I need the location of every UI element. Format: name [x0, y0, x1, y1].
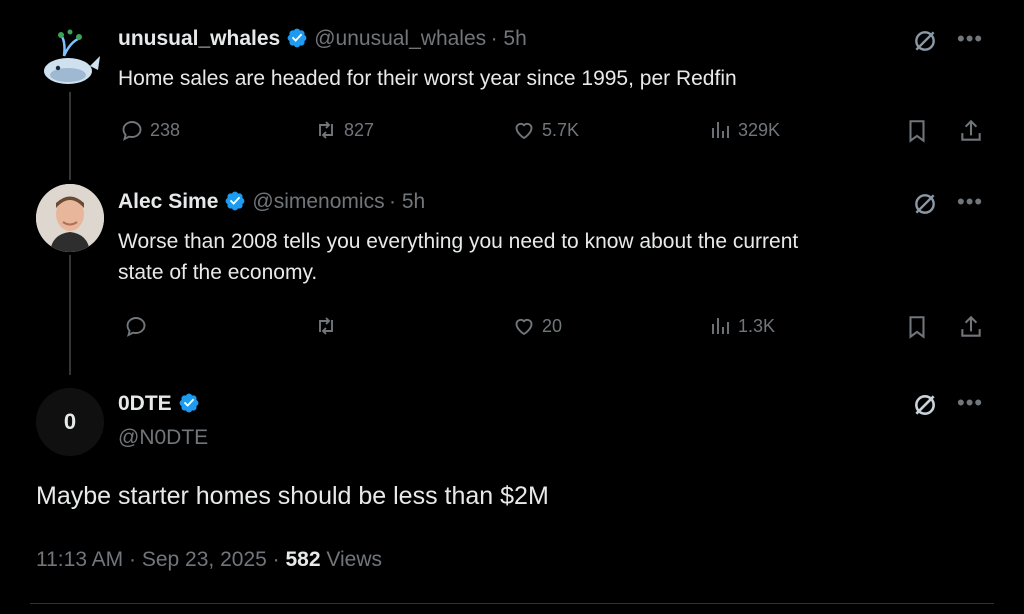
tweet-text: Worse than 2008 tells you everything you… [118, 226, 798, 288]
share-icon[interactable] [958, 118, 984, 144]
reply-button[interactable]: 238 [120, 118, 180, 142]
whale-logo-icon [44, 29, 100, 84]
views-count: 582 [285, 548, 321, 571]
tweet-header: Alec Sime @simenomics · 5h [118, 190, 425, 214]
tweet-header: unusual_whales @unusual_whales · 5h [118, 27, 527, 51]
bookmark-icon[interactable] [904, 314, 930, 340]
author-name[interactable]: Alec Sime [118, 190, 218, 213]
tweet-time[interactable]: 11:13 AM [36, 548, 123, 571]
views-count: 1.3K [738, 315, 776, 336]
like-icon [515, 318, 533, 336]
tweet-meta: 11:13 AM · Sep 23, 2025 · 582 Views [36, 548, 382, 572]
like-count: 20 [542, 315, 563, 336]
timestamp[interactable]: · 5h [389, 190, 425, 213]
repost-icon [319, 121, 333, 139]
author-name-row: 0DTE [118, 392, 206, 416]
reply-count: 238 [150, 119, 181, 140]
views-icon [712, 318, 729, 334]
share-icon[interactable] [958, 314, 984, 340]
tweet-text-line: Worse than 2008 tells you everything you… [118, 230, 799, 253]
reply-icon [122, 121, 142, 141]
views-count: 329K [738, 119, 781, 140]
like-button[interactable]: 20 [512, 314, 562, 338]
like-icon [515, 122, 533, 140]
author-handle[interactable]: @N0DTE [118, 426, 208, 450]
meta-separator: · [129, 548, 137, 571]
author-handle[interactable]: @unusual_whales [314, 27, 486, 50]
avatar-unusual-whales[interactable] [36, 26, 102, 92]
repost-button[interactable]: 827 [314, 118, 374, 142]
views-button[interactable]: 329K [708, 118, 780, 142]
grok-icon[interactable] [912, 28, 938, 54]
grok-icon[interactable] [912, 191, 938, 217]
timestamp[interactable]: · 5h [491, 27, 527, 50]
grok-icon[interactable] [912, 392, 938, 418]
views-icon [712, 122, 729, 138]
author-name[interactable]: unusual_whales [118, 27, 280, 50]
tweet-date[interactable]: Sep 23, 2025 [142, 548, 267, 571]
avatar-letter: 0 [63, 409, 77, 434]
like-count: 5.7K [542, 119, 580, 140]
repost-count: 827 [344, 119, 375, 140]
avatar-0dte[interactable]: 0 [36, 388, 104, 456]
divider [30, 603, 994, 604]
verified-badge-icon [225, 191, 245, 211]
tweet-text-line: state of the economy. [118, 261, 318, 284]
like-button[interactable]: 5.7K [512, 118, 579, 142]
repost-icon [319, 317, 333, 335]
meta-separator: · [272, 548, 280, 571]
thread-line [69, 255, 71, 375]
thread-line [69, 90, 71, 180]
repost-button[interactable] [314, 314, 344, 338]
author-name[interactable]: 0DTE [118, 392, 172, 415]
author-handle[interactable]: @simenomics [252, 190, 384, 213]
more-icon[interactable]: ••• [957, 28, 983, 50]
more-icon[interactable]: ••• [957, 392, 983, 414]
avatar-alec-sime[interactable] [36, 184, 104, 252]
main-tweet-text: Maybe starter homes should be less than … [36, 482, 549, 510]
verified-badge-icon [179, 393, 199, 413]
bookmark-icon[interactable] [904, 118, 930, 144]
reply-button[interactable] [124, 314, 154, 338]
verified-badge-icon [287, 28, 307, 48]
more-icon[interactable]: ••• [957, 191, 983, 213]
views-label: Views [326, 548, 383, 571]
reply-icon [126, 317, 146, 337]
views-button[interactable]: 1.3K [708, 314, 775, 338]
tweet-text: Home sales are headed for their worst ye… [118, 67, 737, 90]
profile-photo-icon [36, 184, 104, 252]
